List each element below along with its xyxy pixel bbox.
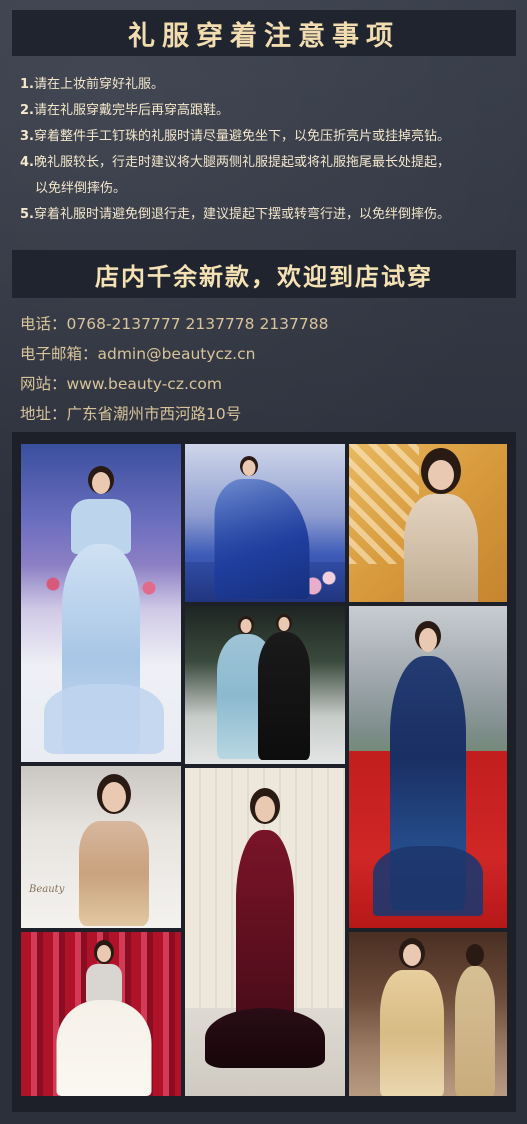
photo-blue-gown-cape	[185, 444, 345, 602]
contact-info: 电话：0768-2137777 2137778 2137788 电子邮箱：adm…	[20, 309, 520, 429]
notice-item-2: 2.请在礼服穿戴完毕后再穿高跟鞋。	[20, 103, 229, 118]
notice-item-3: 3.穿着整件手工钉珠的礼服时请尽量避免坐下，以免压折亮片或挂掉亮钻。	[20, 129, 450, 144]
photo-navy-sequin-gown	[349, 606, 507, 928]
website-text: 网站：www.beauty-cz.com	[20, 375, 222, 393]
photo-two-models-gowns	[185, 606, 345, 764]
photo-champagne-sequin-gown	[349, 444, 507, 602]
photo-gallery: Beauty	[12, 432, 516, 1112]
notice-item-5: 5.穿着礼服时请避免倒退行走，建议提起下摆或转弯行进，以免绊倒摔伤。	[20, 207, 450, 222]
email-text: 电子邮箱：admin@beautycz.cn	[20, 345, 256, 363]
notice-list: 1.请在上妆前穿好礼服。 2.请在礼服穿戴完毕后再穿高跟鞋。 3.穿着整件手工钉…	[20, 72, 520, 228]
brand-watermark: Beauty	[29, 884, 65, 895]
photo-gold-gown-indoor	[349, 932, 507, 1096]
photo-burgundy-sequin-gown	[185, 768, 345, 1096]
photo-light-blue-mermaid-gown	[21, 444, 181, 762]
notice-title: 礼服穿着注意事项	[12, 10, 516, 56]
phone-text: 电话：0768-2137777 2137778 2137788	[20, 315, 329, 333]
promo-title: 店内千余新款，欢迎到店试穿	[12, 250, 516, 298]
notice-item-4: 4.晚礼服较长，行走时建议将大腿两侧礼服提起或将礼服拖尾最长处提起， 以免绊倒摔伤…	[20, 155, 450, 196]
photo-gold-embellished-gown: Beauty	[21, 766, 181, 928]
address-text: 地址：广东省潮州市西河路10号	[20, 405, 242, 423]
notice-item-1: 1.请在上妆前穿好礼服。	[20, 77, 164, 92]
photo-white-gown-dress-rack	[21, 932, 181, 1096]
